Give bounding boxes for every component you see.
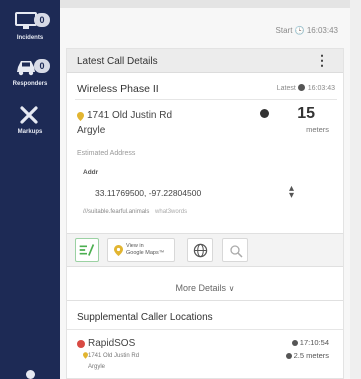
- estimated-address-label: Estimated Address: [77, 150, 136, 157]
- uncertainty-icon: [260, 109, 269, 118]
- nav-item-incidents[interactable]: 0 Incidents: [0, 12, 60, 42]
- location-search-button[interactable]: [222, 238, 248, 262]
- coordinate-format-toggle[interactable]: ▴ ▾: [289, 184, 294, 201]
- what3words-label: what3words: [155, 209, 188, 215]
- nav-item-markups[interactable]: Markups: [0, 106, 60, 136]
- divider: [75, 99, 337, 100]
- view-in-google-maps-button[interactable]: View in Google Maps™: [107, 238, 175, 262]
- what3words-value: ///suitable.fearful.animals: [83, 209, 150, 215]
- start-label: Start: [275, 26, 293, 35]
- responders-badge: 0: [34, 59, 50, 73]
- clock-icon: [297, 84, 305, 91]
- divider: [67, 329, 343, 330]
- maps-text-line2: Google Maps™: [126, 250, 165, 256]
- what3words-row: ///suitable.fearful.animals what3words: [83, 209, 187, 215]
- top-strip: [60, 0, 350, 8]
- latest-label: Latest: [276, 85, 296, 92]
- supplemental-time: 17:10:54: [291, 338, 329, 347]
- source-status-dot: [77, 340, 85, 348]
- notes-icon: [79, 244, 95, 256]
- card-header: Latest Call Details ⋮: [67, 49, 343, 73]
- supplemental-source: RapidSOS: [88, 338, 136, 349]
- coordinate-format-label: Addr: [83, 169, 99, 176]
- coordinates-value: 33.11769500, -97.22804500: [95, 188, 202, 198]
- web-lookup-button[interactable]: [187, 238, 213, 262]
- location-pin-icon: [77, 112, 84, 121]
- maps-text-line1: View in: [126, 243, 144, 249]
- globe-icon: [193, 243, 208, 258]
- latest-time: Latest 16:03:43: [277, 84, 335, 92]
- tools-icon: [20, 106, 38, 124]
- clock-icon: [291, 339, 298, 346]
- uncertainty-unit: meters: [306, 125, 329, 134]
- nav-label-markups: Markups: [17, 129, 43, 135]
- incidents-badge: 0: [34, 13, 50, 27]
- nav-label-responders: Responders: [12, 81, 48, 87]
- action-toolbar: View in Google Maps™: [67, 233, 343, 267]
- chevron-down-icon: ∨: [228, 284, 235, 293]
- uncertainty-icon: [285, 352, 292, 359]
- location-search-icon: [230, 245, 243, 258]
- uncertainty-value: 15: [297, 105, 315, 122]
- more-details-label: More Details: [175, 283, 227, 293]
- supplemental-uncertainty-value: 2.5 meters: [293, 351, 329, 360]
- latest-time-value: 16:03:43: [307, 85, 335, 92]
- clock-icon: 🕒: [294, 26, 305, 35]
- more-details-toggle[interactable]: More Details ∨: [67, 283, 343, 293]
- supplemental-city: Argyle: [88, 364, 106, 370]
- call-city: Argyle: [77, 125, 106, 136]
- card-title: Latest Call Details: [77, 56, 158, 67]
- call-address: 1741 Old Justin Rd: [87, 110, 173, 121]
- side-navigation: 0 Incidents 0 Responders Markups: [0, 0, 60, 379]
- main-panel: Start 🕒 16:03:43 Latest Call Details ⋮ W…: [60, 0, 350, 379]
- start-time: 16:03:43: [306, 26, 338, 35]
- nav-label-incidents: Incidents: [16, 35, 44, 41]
- kebab-menu-icon[interactable]: ⋮: [315, 52, 329, 69]
- nav-item-responders[interactable]: 0 Responders: [0, 58, 60, 88]
- supplemental-uncertainty: 2.5 meters: [285, 351, 329, 360]
- supplemental-time-value: 17:10:54: [299, 338, 329, 347]
- user-avatar-icon[interactable]: [26, 370, 35, 379]
- supplemental-title: Supplemental Caller Locations: [77, 312, 213, 323]
- map-pin-icon: [114, 245, 123, 256]
- start-time-row: Start 🕒 16:03:43: [276, 26, 338, 35]
- call-type: Wireless Phase II: [77, 83, 159, 95]
- notes-button[interactable]: [75, 238, 99, 262]
- maps-text: View in Google Maps™: [126, 243, 164, 257]
- divider: [67, 300, 343, 301]
- supplemental-address: 1741 Old Justin Rd: [88, 353, 140, 359]
- right-gutter: [350, 0, 361, 379]
- call-details-card: Latest Call Details ⋮ Wireless Phase II …: [66, 48, 344, 379]
